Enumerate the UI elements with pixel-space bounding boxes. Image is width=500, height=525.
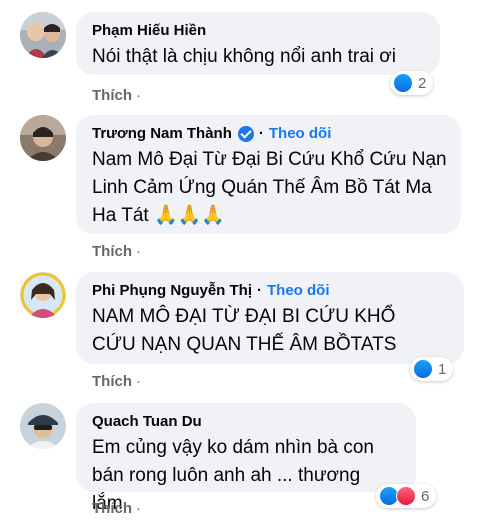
separator-dot: · <box>136 500 141 517</box>
comment-bubble: Trương Nam Thành · Theo dõi Nam Mô Đại T… <box>76 115 461 234</box>
avatar[interactable] <box>20 403 66 449</box>
reaction-summary[interactable]: 2 <box>390 71 434 95</box>
like-icon <box>393 73 413 93</box>
like-link[interactable]: Thích <box>92 243 132 260</box>
comment-author[interactable]: Trương Nam Thành <box>92 124 232 144</box>
separator-dot: · <box>136 87 141 104</box>
comment-author[interactable]: Phi Phụng Nguyễn Thị <box>92 281 252 301</box>
like-link[interactable]: Thích <box>92 373 132 390</box>
follow-link[interactable]: Theo dõi <box>267 281 330 301</box>
separator-dot: · <box>258 125 264 142</box>
reaction-count: 2 <box>418 74 427 92</box>
like-icon <box>413 359 433 379</box>
comment-bubble: Phi Phụng Nguyễn Thị · Theo dõi NAM MÔ Đ… <box>76 272 464 364</box>
comment-actions: Thích · <box>92 243 141 260</box>
comment-author[interactable]: Quach Tuan Du <box>92 412 202 432</box>
avatar[interactable] <box>20 115 66 161</box>
comment-text: Nam Mô Đại Từ Đại Bi Cứu Khổ Cứu Nạn Lin… <box>92 149 452 226</box>
reaction-count: 1 <box>438 360 447 378</box>
comment-bubble: Quach Tuan Du Em củng vậy ko dám nhìn bà… <box>76 403 416 514</box>
avatar[interactable] <box>20 12 66 58</box>
like-link[interactable]: Thích <box>92 500 132 517</box>
comment-actions: Thích · <box>92 87 141 104</box>
separator-dot: · <box>136 373 141 390</box>
comment-bubble: Phạm Hiếu Hiền Nói thật là chịu không nổ… <box>76 12 440 75</box>
avatar[interactable] <box>20 272 66 318</box>
comment-author[interactable]: Phạm Hiếu Hiền <box>92 21 206 41</box>
comment-text: Nói thật là chịu không nổi anh trai ơi <box>92 46 396 67</box>
comment-actions: Thích · <box>92 500 141 517</box>
separator-dot: · <box>136 243 141 260</box>
separator-dot: · <box>257 282 262 299</box>
love-icon <box>396 486 416 506</box>
comment-actions: Thích · <box>92 373 141 390</box>
reaction-count: 6 <box>421 487 430 505</box>
verified-badge-icon <box>237 126 254 142</box>
comment-text: NAM MÔ ĐẠI TỪ ĐẠI BI CỨU KHỔ CỨU NẠN QUA… <box>92 306 401 355</box>
reaction-summary[interactable]: 6 <box>376 484 437 508</box>
reaction-summary[interactable]: 1 <box>410 357 454 381</box>
like-link[interactable]: Thích <box>92 87 132 104</box>
follow-link[interactable]: Theo dõi <box>269 124 332 144</box>
